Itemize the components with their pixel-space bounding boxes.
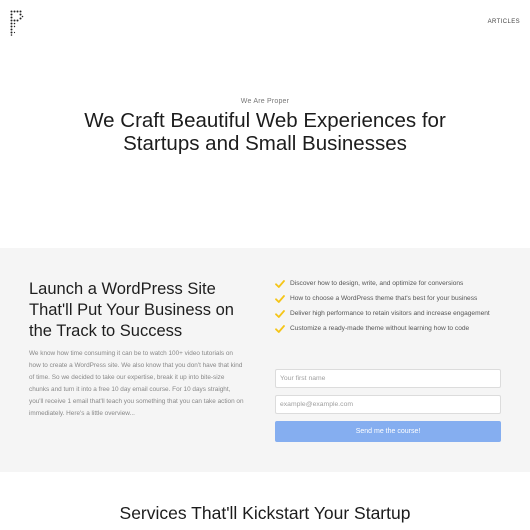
course-heading-line-3: the Track to Success (29, 322, 183, 340)
benefit-item: How to choose a WordPress theme that's b… (275, 293, 503, 305)
send-course-button[interactable]: Send me the course! (275, 421, 501, 442)
course-heading: Launch a WordPress Site That'll Put Your… (29, 279, 244, 342)
course-signup-section: Launch a WordPress Site That'll Put Your… (0, 248, 530, 472)
email-input[interactable] (275, 395, 501, 414)
check-icon (275, 310, 285, 318)
benefit-text: How to choose a WordPress theme that's b… (290, 295, 478, 302)
course-signup-panel: Discover how to design, write, and optim… (275, 278, 503, 442)
benefit-item: Customize a ready-made theme without lea… (275, 323, 503, 335)
check-icon (275, 280, 285, 288)
hero-eyebrow: We Are Proper (240, 98, 290, 105)
logo-icon (10, 10, 24, 36)
benefit-item: Discover how to design, write, and optim… (275, 278, 503, 290)
first-name-input[interactable] (275, 369, 501, 388)
benefit-text: Deliver high performance to retain visit… (290, 310, 490, 317)
check-icon (275, 325, 285, 333)
check-icon (275, 295, 285, 303)
hero-title-line-2: Startups and Small Businesses (123, 132, 407, 155)
nav-articles-link[interactable]: ARTICLES (488, 19, 520, 25)
course-heading-line-1: Launch a WordPress Site (29, 280, 216, 298)
course-intro: Launch a WordPress Site That'll Put Your… (29, 279, 244, 420)
benefit-text: Discover how to design, write, and optim… (290, 280, 464, 287)
services-heading: Services That'll Kickstart Your Startup (119, 503, 411, 523)
hero-title-line-1: We Craft Beautiful Web Experiences for (84, 109, 446, 132)
course-heading-line-2: That'll Put Your Business on (29, 301, 234, 319)
hero-section: We Are Proper We Craft Beautiful Web Exp… (0, 98, 530, 155)
benefit-item: Deliver high performance to retain visit… (275, 308, 503, 320)
hero-title: We Craft Beautiful Web Experiences for S… (0, 109, 530, 155)
benefit-text: Customize a ready-made theme without lea… (290, 325, 470, 332)
course-description: We know how time consuming it can be to … (29, 350, 244, 417)
benefits-list: Discover how to design, write, and optim… (275, 278, 503, 335)
logo[interactable] (10, 10, 24, 36)
